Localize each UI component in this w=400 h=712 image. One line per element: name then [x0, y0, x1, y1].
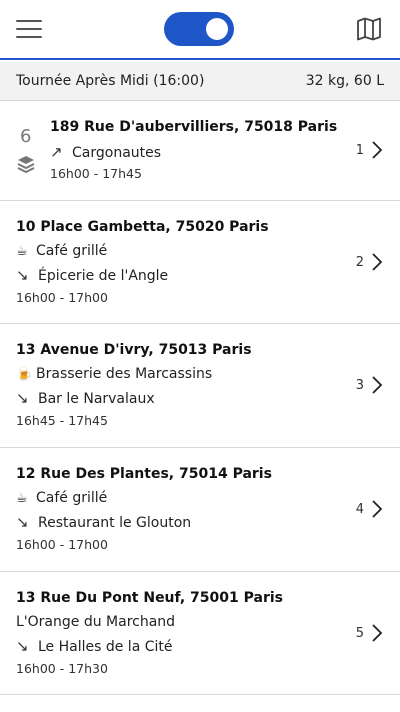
dropoff-line: ↘ Épicerie de l'Angle	[16, 266, 168, 284]
stop-address: 13 Avenue D'ivry, 75013 Paris	[16, 342, 252, 358]
stop-address: 10 Place Gambetta, 75020 Paris	[16, 219, 269, 235]
stop-row-1[interactable]: 6 189 Rue D'aubervilliers, 75018 Paris ↗…	[0, 101, 400, 201]
stop-index: 5	[355, 626, 364, 641]
stop-index: 1	[355, 143, 364, 158]
arrow-down-right-icon: ↘	[16, 637, 29, 655]
time-window: 16h00 - 17h00	[16, 290, 108, 305]
arrow-down-right-icon: ↘	[16, 513, 29, 531]
dropoff-line: ↘ Bar le Narvalaux	[16, 389, 155, 407]
tour-load: 32 kg, 60 L	[305, 73, 384, 89]
map-icon[interactable]	[356, 17, 382, 41]
chevron-right-icon	[372, 376, 383, 394]
layers-icon	[16, 154, 36, 174]
time-window: 16h00 - 17h00	[16, 537, 108, 552]
dropoff-name: Épicerie de l'Angle	[38, 268, 169, 284]
coffee-icon: ☕	[16, 491, 28, 506]
dropoff-line: ↘ Le Halles de la Cité	[16, 637, 173, 655]
tour-name: Tournée Après Midi (16:00)	[16, 73, 205, 89]
stop-index: 4	[355, 502, 364, 517]
stop-address: 12 Rue Des Plantes, 75014 Paris	[16, 466, 272, 482]
stop-row-4[interactable]: 12 Rue Des Plantes, 75014 Paris ☕ Café gr…	[0, 448, 400, 572]
stop-row-5[interactable]: 13 Rue Du Pont Neuf, 75001 Paris L'Orang…	[0, 572, 400, 695]
pickup-line: 🍺 Brasserie des Marcassins	[16, 366, 212, 382]
chevron-right-icon	[372, 141, 383, 159]
pickup-name: Café grillé	[36, 490, 108, 506]
top-app-bar	[0, 0, 400, 60]
pickup-name: Brasserie des Marcassins	[36, 366, 213, 382]
pickup-line: ☕ Café grillé	[16, 490, 107, 506]
mode-toggle-switch[interactable]	[164, 12, 234, 46]
arrow-up-right-icon: ↗	[50, 143, 63, 161]
dropoff-name: Cargonautes	[72, 145, 162, 161]
stop-row-2[interactable]: 10 Place Gambetta, 75020 Paris ☕ Café gri…	[0, 201, 400, 324]
beer-icon: 🍺	[16, 367, 33, 382]
stop-address: 189 Rue D'aubervilliers, 75018 Paris	[50, 119, 338, 135]
arrow-down-right-icon: ↘	[16, 389, 29, 407]
time-window: 16h45 - 17h45	[16, 413, 108, 428]
dropoff-name: Bar le Narvalaux	[38, 391, 155, 407]
chevron-right-icon	[372, 624, 383, 642]
stack-count: 6	[20, 126, 32, 147]
stop-index: 3	[355, 378, 364, 393]
dropoff-name: Restaurant le Glouton	[38, 515, 192, 531]
coffee-icon: ☕	[16, 244, 28, 259]
chevron-right-icon	[372, 253, 383, 271]
pickup-name: L'Orange du Marchand	[16, 614, 176, 630]
dropoff-line: ↘ Restaurant le Glouton	[16, 513, 191, 531]
toggle-knob	[206, 18, 228, 40]
time-window: 16h00 - 17h30	[16, 661, 108, 676]
hamburger-menu-icon[interactable]	[16, 17, 42, 41]
stops-list: 6 189 Rue D'aubervilliers, 75018 Paris ↗…	[0, 101, 400, 695]
dropoff-line: ↗ Cargonautes	[50, 143, 161, 161]
pickup-line: L'Orange du Marchand	[16, 614, 175, 630]
dropoff-name: Le Halles de la Cité	[38, 639, 173, 655]
pickup-line: ☕ Café grillé	[16, 243, 107, 259]
pickup-name: Café grillé	[36, 243, 108, 259]
chevron-right-icon	[372, 500, 383, 518]
stop-row-3[interactable]: 13 Avenue D'ivry, 75013 Paris 🍺 Brasserie…	[0, 324, 400, 448]
arrow-down-right-icon: ↘	[16, 266, 29, 284]
time-window: 16h00 - 17h45	[50, 166, 142, 181]
tour-summary-bar: Tournée Après Midi (16:00) 32 kg, 60 L	[0, 62, 400, 101]
stop-index: 2	[355, 255, 364, 270]
stop-address: 13 Rue Du Pont Neuf, 75001 Paris	[16, 590, 283, 606]
